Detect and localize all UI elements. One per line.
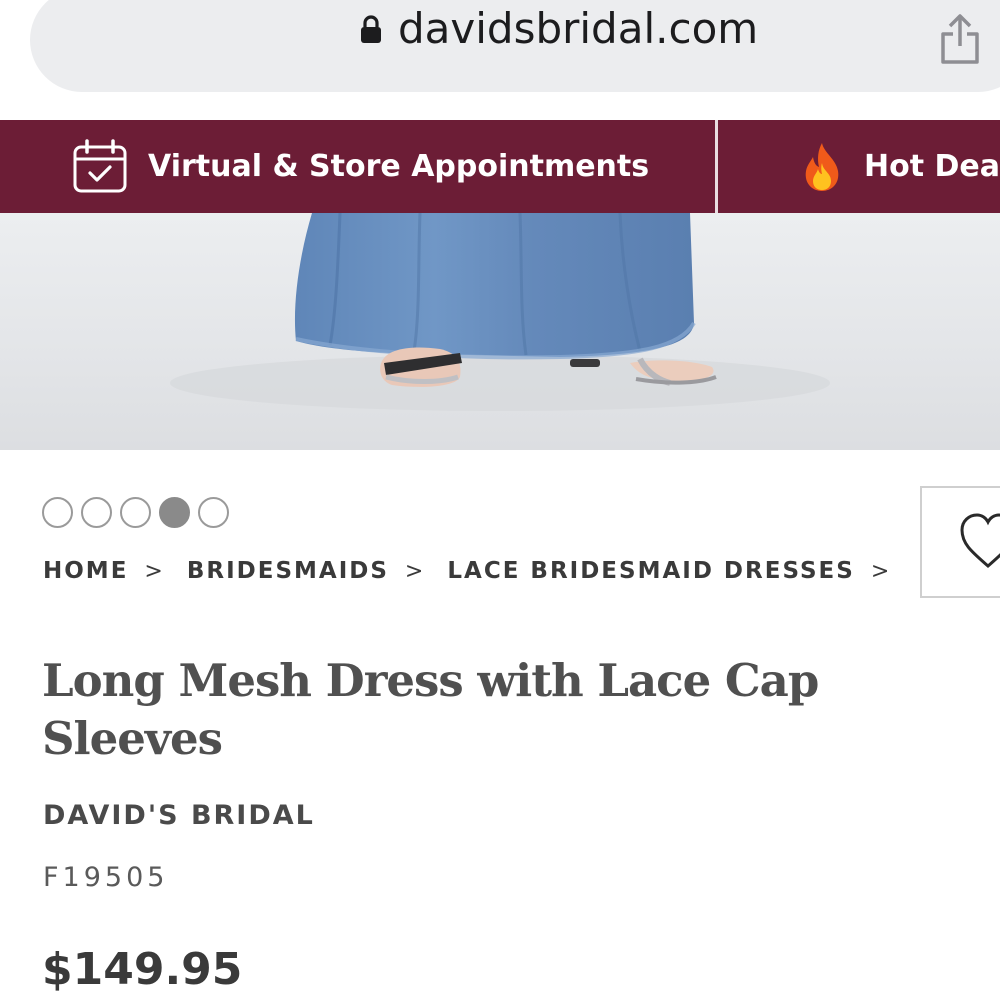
carousel-dot[interactable] [81,497,112,528]
carousel-dot[interactable] [120,497,151,528]
breadcrumb-separator: > [144,558,163,584]
hot-deals-link[interactable]: Hot Deals [800,120,1000,213]
breadcrumb-bridesmaids[interactable]: BRIDESMAIDS [187,558,389,584]
carousel-dot[interactable] [42,497,73,528]
product-sku: F19505 [43,862,169,893]
url-text: davidsbridal.com [398,4,759,53]
promo-divider [715,120,718,213]
calendar-check-icon [73,138,127,192]
breadcrumb-separator: > [870,558,890,584]
appointments-link[interactable]: Virtual & Store Appointments [72,120,649,213]
product-title: Long Mesh Dress with Lace Cap Sleeves [42,654,819,765]
breadcrumb-lace-bridesmaid-dresses[interactable]: LACE BRIDESMAID DRESSES [447,558,854,584]
hot-deals-label: Hot Deals [864,149,1000,184]
breadcrumb: HOME > BRIDESMAIDS > LACE BRIDESMAID DRE… [43,558,913,584]
carousel-dot[interactable] [198,497,229,528]
product-brand: DAVID'S BRIDAL [43,800,315,831]
promo-bar: Virtual & Store Appointments Hot Deals [0,120,1000,213]
dress-illustration [170,213,830,411]
share-icon[interactable] [938,12,982,66]
breadcrumb-separator: > [404,558,424,584]
product-price: $149.95 [42,944,243,995]
carousel-dot-active[interactable] [159,497,190,528]
address-bar[interactable]: davidsbridal.com [30,0,1000,92]
fire-icon [805,142,839,191]
lock-icon [361,15,381,43]
wishlist-button[interactable] [920,486,1000,598]
image-carousel-dots [42,497,229,528]
browser-toolbar: davidsbridal.com [0,0,1000,120]
heart-icon [960,513,1000,568]
breadcrumb-home[interactable]: HOME [43,558,128,584]
product-image[interactable] [0,213,1000,450]
appointments-label: Virtual & Store Appointments [148,149,650,184]
